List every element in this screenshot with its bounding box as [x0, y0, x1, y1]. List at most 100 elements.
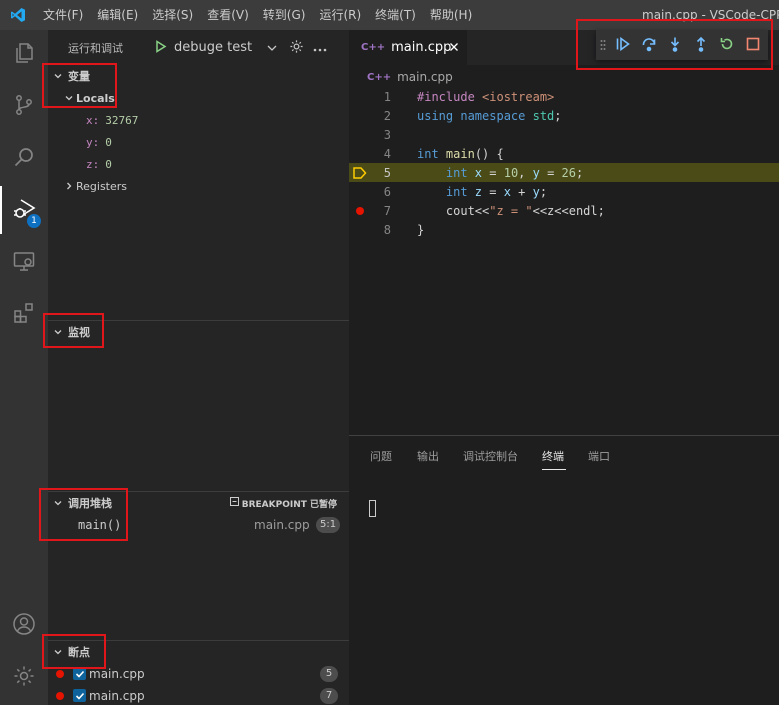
code-line[interactable]: 8 }: [349, 220, 779, 239]
code-text: #include <iostream>: [417, 89, 555, 104]
variables-header-label: 变量: [68, 70, 90, 83]
step-out-icon: [693, 36, 709, 55]
continue-button[interactable]: [610, 32, 636, 58]
code-line[interactable]: 2 using namespace std;: [349, 106, 779, 125]
menu-edit[interactable]: 编辑(E): [90, 0, 145, 30]
watch-section-header[interactable]: 监视: [48, 321, 349, 343]
debug-config-selector[interactable]: debuge test: [152, 36, 280, 60]
source-control-activity[interactable]: [0, 82, 48, 130]
breadcrumb[interactable]: C++ main.cpp: [367, 68, 453, 86]
step-out-button[interactable]: [688, 32, 714, 58]
extensions-activity[interactable]: [0, 290, 48, 338]
tab-problems[interactable]: 问题: [370, 448, 392, 464]
registers-scope[interactable]: Registers: [48, 175, 349, 197]
restart-icon: [719, 36, 735, 55]
menu-go[interactable]: 转到(G): [256, 0, 313, 30]
gear-icon: [12, 664, 36, 691]
drag-handle-icon[interactable]: [596, 32, 610, 58]
step-over-icon: [641, 36, 657, 55]
code-text: int x = 10, y = 26;: [417, 165, 584, 180]
more-actions-button[interactable]: [308, 36, 332, 60]
variable-row[interactable]: x: 32767: [48, 109, 349, 131]
step-over-button[interactable]: [636, 32, 662, 58]
tab-output[interactable]: 输出: [417, 448, 439, 464]
current-execution-line[interactable]: 5 int x = 10, y = 26;: [349, 163, 779, 182]
step-into-button[interactable]: [662, 32, 688, 58]
menu-terminal[interactable]: 终端(T): [368, 0, 423, 30]
explorer-activity[interactable]: [0, 30, 48, 78]
run-debug-activity[interactable]: 1: [0, 186, 48, 234]
remote-explorer-activity[interactable]: [0, 238, 48, 286]
locals-scope[interactable]: Locals: [48, 87, 349, 109]
start-debugging-button[interactable]: [152, 38, 170, 58]
vscode-logo-icon: [0, 0, 36, 30]
variable-row[interactable]: y: 0: [48, 131, 349, 153]
watch-header-label: 监视: [68, 326, 90, 339]
tab-terminal[interactable]: 终端: [542, 448, 564, 464]
menu-help[interactable]: 帮助(H): [423, 0, 479, 30]
code-line[interactable]: 3: [349, 125, 779, 144]
menu-selection[interactable]: 选择(S): [145, 0, 200, 30]
variable-value: 0: [105, 157, 112, 171]
breakpoint-line: 7: [320, 688, 338, 704]
breakpoint-checkbox[interactable]: [73, 667, 86, 680]
line-number: 3: [383, 127, 391, 142]
stack-frame-name: main(): [78, 518, 122, 532]
active-tab-indicator: [542, 469, 566, 470]
breakpoint-line: 5: [320, 666, 338, 682]
close-icon[interactable]: [447, 40, 461, 54]
variable-row[interactable]: z: 0: [48, 153, 349, 175]
bottom-panel: 问题 输出 调试控制台 终端 端口: [349, 435, 779, 705]
code-line[interactable]: 7 cout<<"z = "<<z<<endl;: [349, 201, 779, 220]
stack-frame-file: main.cpp: [254, 518, 310, 532]
menu-file[interactable]: 文件(F): [36, 0, 90, 30]
variables-section-header[interactable]: 变量: [48, 65, 349, 87]
menu-run[interactable]: 运行(R): [312, 0, 368, 30]
settings-activity[interactable]: [0, 653, 48, 701]
code-line[interactable]: 6 int z = x + y;: [349, 182, 779, 201]
code-text: }: [417, 222, 425, 237]
menu-view[interactable]: 查看(V): [200, 0, 256, 30]
chevron-down-icon: [48, 327, 68, 337]
breakpoint-dot-icon: [56, 670, 64, 678]
paused-status: BREAKPOINT 已暂停: [229, 497, 337, 510]
checkmark-icon: [75, 692, 84, 700]
breakpoint-file: main.cpp: [89, 667, 145, 681]
tab-main-cpp[interactable]: C++ main.cpp: [349, 30, 467, 65]
open-launch-json-button[interactable]: [284, 36, 308, 60]
breadcrumb-file: main.cpp: [397, 70, 453, 84]
locals-label: Locals: [76, 91, 115, 105]
breakpoint-row[interactable]: main.cpp 7: [48, 685, 349, 705]
search-activity[interactable]: [0, 134, 48, 182]
variable-value: 32767: [105, 113, 139, 127]
tab-debug-console[interactable]: 调试控制台: [463, 448, 518, 464]
call-stack-section-header[interactable]: 调用堆栈 BREAKPOINT 已暂停: [48, 492, 349, 514]
code-line[interactable]: 1 #include <iostream>: [349, 87, 779, 106]
debug-config-name[interactable]: debuge test: [174, 40, 264, 55]
chevron-down-icon[interactable]: [264, 42, 280, 54]
stop-button[interactable]: [740, 32, 766, 58]
code-line[interactable]: 4 int main() {: [349, 144, 779, 163]
accounts-activity[interactable]: [0, 601, 48, 649]
restart-button[interactable]: [714, 32, 740, 58]
breakpoint-checkbox[interactable]: [73, 689, 86, 702]
tab-ports[interactable]: 端口: [588, 448, 610, 464]
ellipsis-icon: [313, 41, 327, 55]
continue-icon: [615, 36, 631, 55]
sidebar-header: 运行和调试 debuge test: [48, 30, 349, 65]
extensions-icon: [12, 301, 36, 328]
chevron-down-icon: [62, 93, 76, 103]
terminal-cursor[interactable]: [369, 500, 376, 517]
breakpoints-section-header[interactable]: 断点: [48, 641, 349, 663]
stack-frame-position: 5:1: [316, 517, 341, 533]
breakpoint-row[interactable]: main.cpp 5: [48, 663, 349, 685]
current-line-arrow-icon: [349, 163, 371, 182]
title-bar: 文件(F) 编辑(E) 选择(S) 查看(V) 转到(G) 运行(R) 终端(T…: [0, 0, 779, 30]
variable-value: 0: [105, 135, 112, 149]
stack-frame-row[interactable]: main() main.cpp 5:1: [48, 514, 349, 536]
breakpoint-gutter-icon[interactable]: [349, 201, 371, 220]
account-icon: [12, 612, 36, 639]
stop-icon: [746, 37, 760, 54]
checkmark-icon: [75, 670, 84, 678]
source-control-icon: [12, 93, 36, 120]
